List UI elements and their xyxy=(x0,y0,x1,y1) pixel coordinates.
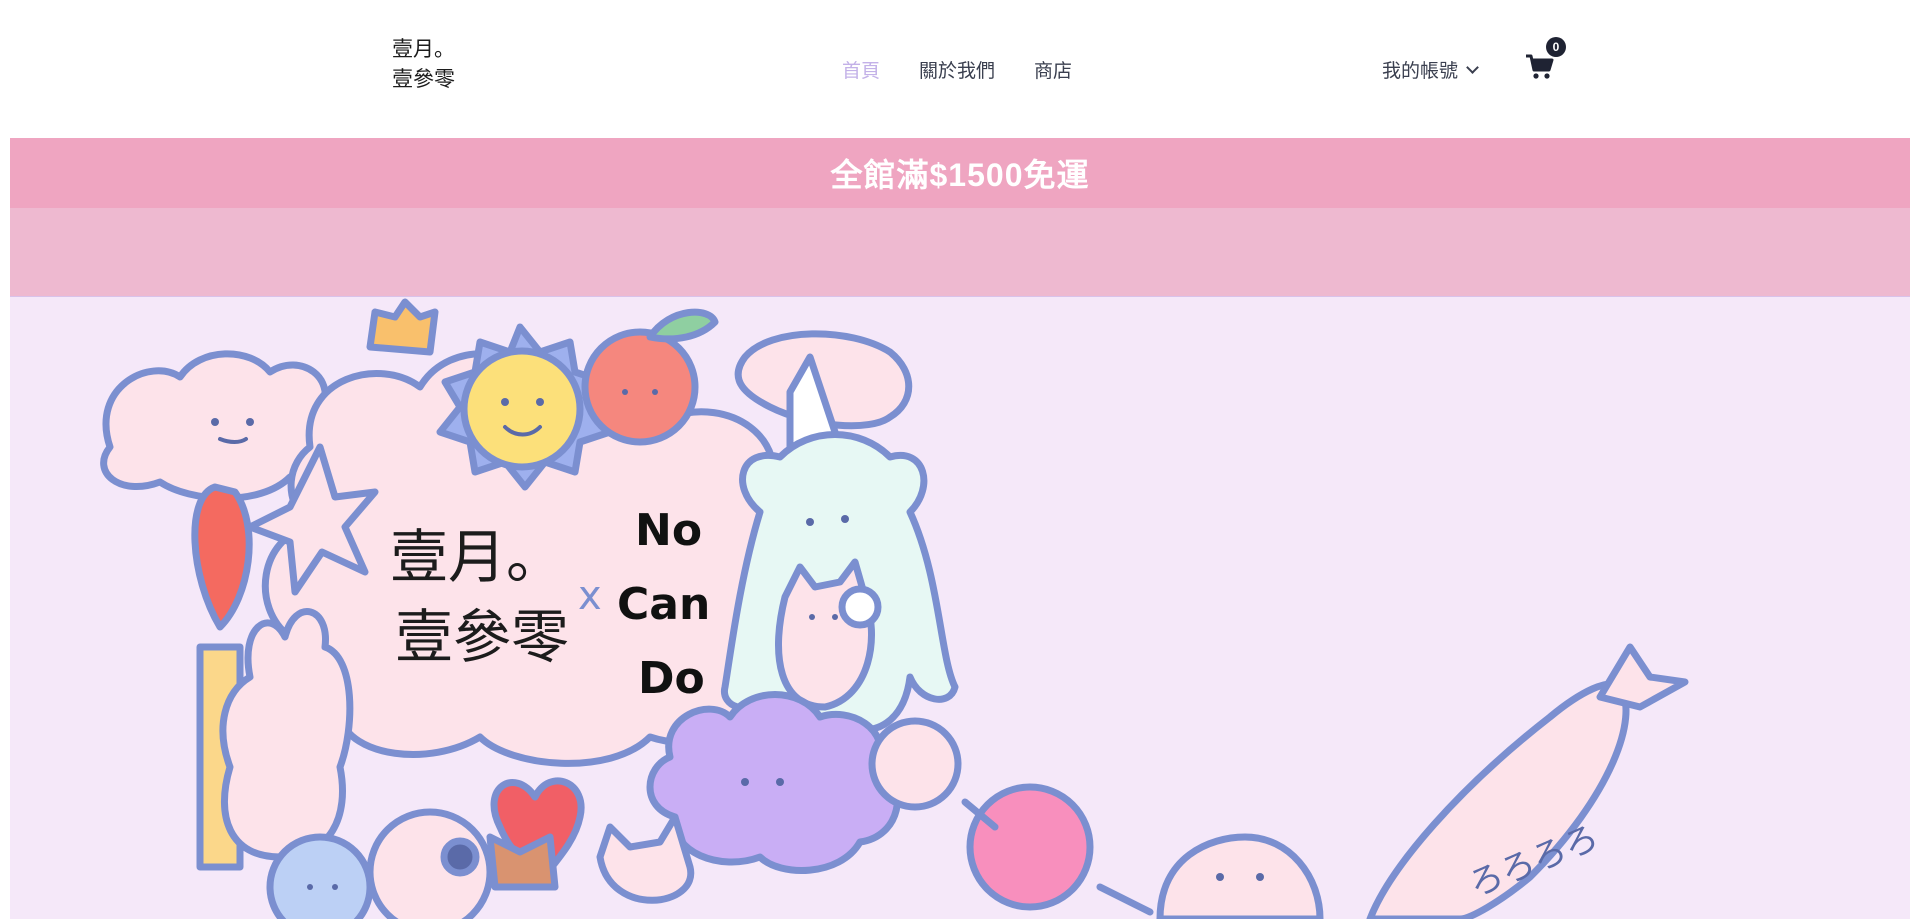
nav-item-home[interactable]: 首頁 xyxy=(842,56,880,83)
purple-cloud-character xyxy=(646,691,901,874)
main-nav: 首頁 關於我們 商店 xyxy=(842,56,1072,83)
site-logo[interactable]: 壹月。 壹參零 xyxy=(390,32,462,94)
artwork-brand-right-2: Can xyxy=(617,579,710,630)
promo-text: 全館滿$1500免運 xyxy=(830,157,1090,193)
logo-line-1: 壹月。 xyxy=(392,37,455,61)
nav-item-about[interactable]: 關於我們 xyxy=(919,56,995,83)
account-label: 我的帳號 xyxy=(1382,61,1459,82)
cart-count-badge: 0 xyxy=(1546,37,1566,57)
promo-banner: 全館滿$1500免運 xyxy=(10,138,1910,208)
promo-sub-band xyxy=(10,208,1910,297)
chevron-down-icon xyxy=(1466,60,1479,74)
artwork-brand-left-line2: 壹參零 xyxy=(395,603,569,671)
site-header: 壹月。 壹參零 首頁 關於我們 商店 我的帳號 0 xyxy=(0,0,1920,138)
logo-line-2: 壹參零 xyxy=(392,67,455,91)
artwork-brand-right-3: Do xyxy=(638,653,705,704)
nav-item-shop[interactable]: 商店 xyxy=(1034,56,1072,83)
artwork-brand-right-1: No xyxy=(635,505,702,556)
account-menu[interactable]: 我的帳號 xyxy=(1382,56,1479,83)
hero-banner: 壹月。 壹參零 x No Can Do ろろろろ xyxy=(10,297,1910,919)
flame-character xyxy=(191,483,253,631)
hero-illustration: 壹月。 壹參零 x No Can Do ろろろろ xyxy=(100,298,1689,919)
cart-icon[interactable] xyxy=(1525,52,1555,82)
artwork-separator: x xyxy=(578,573,602,619)
artwork-brand-left-line1: 壹月。 xyxy=(390,523,564,591)
